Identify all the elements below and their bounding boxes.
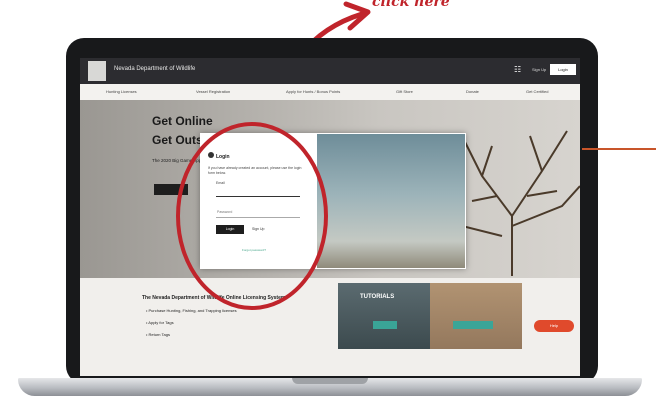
login-modal-image — [317, 134, 465, 268]
site-nav: Hunting Licenses Vessel Registration App… — [80, 84, 580, 100]
annotation-circle — [176, 122, 328, 310]
cart-icon[interactable]: ☷ — [514, 65, 521, 74]
nav-item-donate[interactable]: Donate — [466, 89, 479, 94]
tutorials-title: TUTORIALS — [360, 294, 395, 300]
ndow-logo[interactable] — [88, 61, 106, 81]
nav-item-get-certified[interactable]: Get Certified — [526, 89, 548, 94]
laptop-screen: Nevada Department of Wildlife ☷ Sign Up … — [80, 58, 580, 376]
nav-item-gift-store[interactable]: Gift Store — [396, 89, 413, 94]
help-button[interactable]: Help — [534, 320, 574, 332]
deer-card-button[interactable] — [453, 321, 493, 329]
nav-item-vessel-registration[interactable]: Vessel Registration — [196, 89, 230, 94]
lower-bullet: • Apply for Tags — [146, 320, 174, 325]
tutorials-button[interactable] — [373, 321, 397, 329]
deer-card[interactable] — [430, 283, 522, 349]
tutorials-card[interactable] — [338, 283, 430, 349]
nav-item-hunting-licenses[interactable]: Hunting Licenses — [106, 89, 137, 94]
annotation-line — [582, 148, 656, 150]
header-signup-link[interactable]: Sign Up — [532, 67, 546, 72]
nav-item-apply-hunts[interactable]: Apply for Hunts / Bonus Points — [286, 89, 340, 94]
site-title: Nevada Department of Wildlife — [114, 66, 196, 72]
lower-bullet: • Return Tags — [146, 332, 171, 337]
header-login-button[interactable]: Login — [550, 64, 576, 75]
laptop-notch — [292, 378, 368, 384]
